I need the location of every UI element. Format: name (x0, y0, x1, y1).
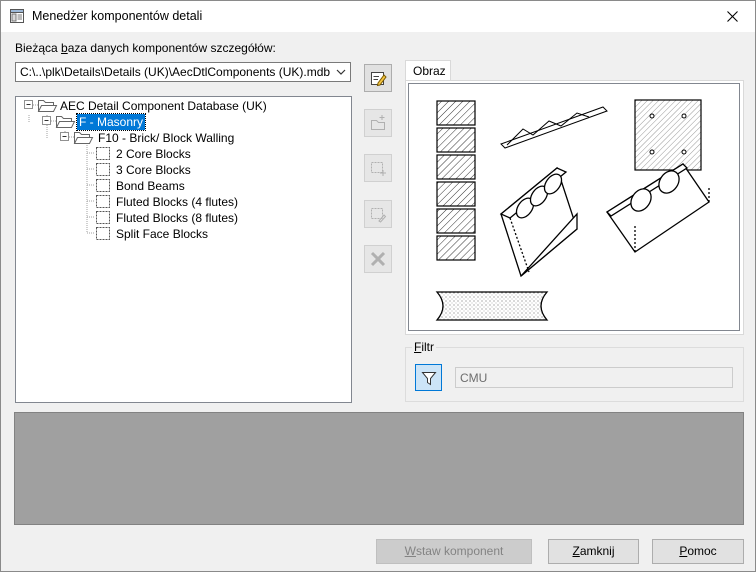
tree-node-root[interactable]: AEC Detail Component Database (UK) (16, 98, 316, 114)
close-window-button[interactable] (709, 1, 755, 32)
tree-node-label: AEC Detail Component Database (UK) (60, 99, 267, 113)
tree-item-3-core-blocks[interactable]: 3 Core Blocks (16, 162, 316, 178)
close-button[interactable]: Zamknij (548, 539, 639, 564)
funnel-icon (420, 371, 437, 385)
filter-toggle-button[interactable] (415, 364, 442, 391)
filter-input-value: CMU (460, 371, 488, 385)
new-group-icon (371, 115, 385, 130)
filter-label: Filtr (412, 340, 437, 354)
tree-item-label: 2 Core Blocks (116, 147, 191, 161)
help-button[interactable]: Pomoc (652, 539, 744, 564)
new-component-icon (371, 162, 386, 176)
new-group-button[interactable] (364, 109, 392, 137)
tree-item-label: Fluted Blocks (8 flutes) (116, 211, 239, 225)
tree-node-masonry[interactable]: F - Masonry (16, 113, 316, 131)
tree-item-fluted-8[interactable]: Fluted Blocks (8 flutes) (16, 210, 316, 226)
database-path-combobox[interactable]: C:\..\plk\Details\Details (UK)\AecDtlCom… (15, 62, 351, 82)
window-title: Menedżer komponentów detali (32, 9, 203, 23)
tree-item-label: 3 Core Blocks (116, 163, 191, 177)
app-icon (10, 9, 24, 23)
insert-component-button[interactable]: Wstaw komponent (376, 539, 532, 564)
edit-database-icon (371, 72, 387, 87)
edit-database-button[interactable] (364, 64, 392, 92)
tab-image[interactable]: Obraz (405, 60, 451, 81)
edit-component-button[interactable] (364, 200, 392, 228)
close-icon (726, 11, 738, 22)
tree-node-brick-block-walling[interactable]: F10 - Brick/ Block Walling (16, 130, 316, 146)
delete-button[interactable] (364, 245, 392, 273)
filter-input[interactable]: CMU (455, 367, 733, 388)
tree-item-bond-beams[interactable]: Bond Beams (16, 178, 316, 194)
dialog-window: Menedżer komponentów detali Bieżąca baza… (0, 0, 756, 572)
delete-icon (370, 251, 386, 267)
tree-item-label: Bond Beams (116, 179, 185, 193)
tree-node-label: F10 - Brick/ Block Walling (98, 131, 235, 145)
title-bar: Menedżer komponentów detali (1, 1, 755, 32)
tree-item-label: Fluted Blocks (4 flutes) (116, 195, 239, 209)
chevron-down-icon[interactable] (336, 68, 346, 76)
component-preview-image (435, 99, 710, 321)
database-path-value: C:\..\plk\Details\Details (UK)\AecDtlCom… (20, 65, 331, 79)
component-tree[interactable]: AEC Detail Component Database (UK) F - M… (15, 96, 352, 403)
description-area (14, 412, 744, 525)
database-label: Bieżąca baza danych komponentów szczegół… (15, 41, 276, 55)
tree-item-split-face[interactable]: Split Face Blocks (16, 226, 316, 242)
tree-item-label: Split Face Blocks (116, 227, 209, 241)
tab-image-label: Obraz (413, 64, 446, 78)
new-component-button[interactable] (364, 154, 392, 182)
tree-item-2-core-blocks[interactable]: 2 Core Blocks (16, 146, 316, 162)
edit-component-icon (371, 208, 387, 223)
tree-node-label-selected: F - Masonry (75, 113, 147, 131)
preview-image-area (408, 83, 740, 331)
tree-item-fluted-4[interactable]: Fluted Blocks (4 flutes) (16, 194, 316, 210)
